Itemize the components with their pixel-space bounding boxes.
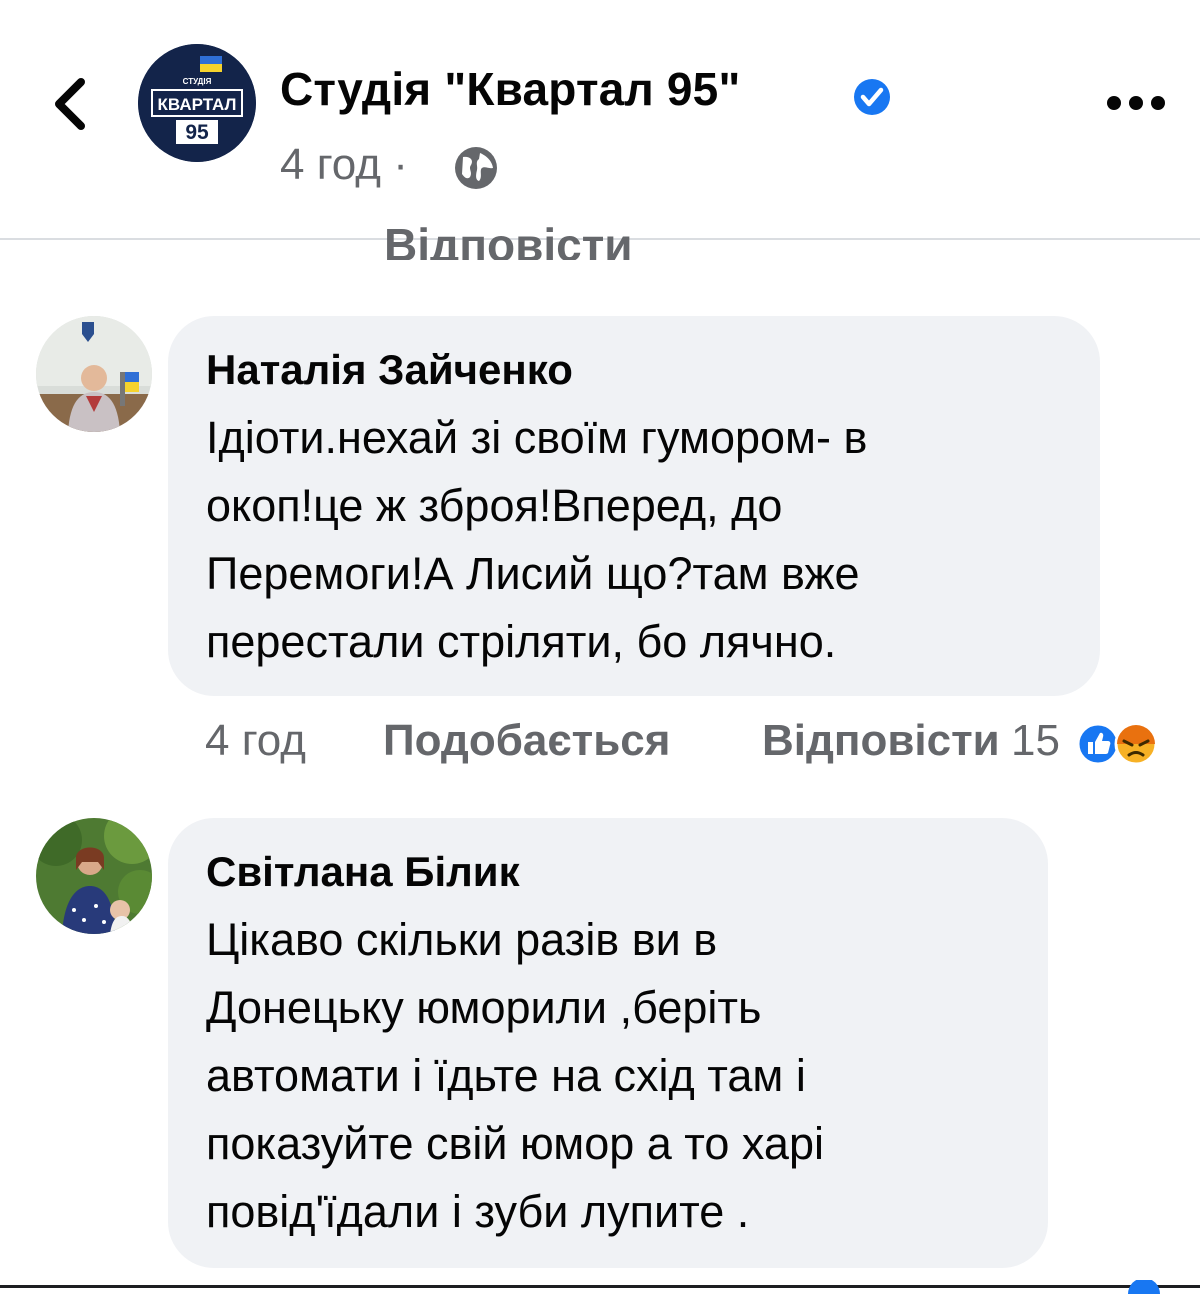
logo-main-text: КВАРТАЛ bbox=[158, 95, 237, 114]
reactions-icons[interactable] bbox=[1076, 722, 1172, 766]
avatar-photo bbox=[36, 316, 152, 432]
reply-button[interactable]: Відповісти bbox=[762, 716, 1000, 766]
post-time[interactable]: 4 год bbox=[280, 140, 381, 189]
comment-line: Цікаво скільки разів ви в bbox=[206, 914, 718, 965]
verified-badge-icon bbox=[854, 79, 890, 115]
commenter-avatar[interactable] bbox=[36, 818, 152, 934]
reaction-stub-icon bbox=[1128, 1280, 1160, 1294]
comment-text: Ідіоти.нехай зі своїм гумором- в окоп!це… bbox=[206, 404, 867, 676]
comment-line: окоп!це ж зброя!Вперед, до bbox=[206, 480, 783, 531]
reaction-count[interactable]: 15 bbox=[1011, 716, 1060, 766]
partial-reply-label: Відповісти bbox=[384, 219, 633, 260]
partial-reply-link[interactable]: Відповісти bbox=[384, 198, 633, 260]
angry-reaction-icon bbox=[1114, 722, 1158, 766]
page-avatar[interactable]: СТУДІЯ КВАРТАЛ 95 bbox=[138, 44, 256, 162]
page-name[interactable]: Студія "Квартал 95" bbox=[280, 62, 740, 116]
comment-line: повід'їдали і зуби лупите . bbox=[206, 1186, 750, 1237]
comment-line: перестали стріляти, бо лячно. bbox=[206, 616, 837, 667]
bottom-divider bbox=[0, 1285, 1200, 1288]
logo-number: 95 bbox=[185, 121, 209, 144]
comment-line: Ідіоти.нехай зі своїм гумором- в bbox=[206, 412, 868, 463]
post-meta: 4 год · bbox=[280, 140, 408, 190]
comment-bubble[interactable]: Наталія Зайченко Ідіоти.нехай зі своїм г… bbox=[168, 316, 1100, 696]
comment-line: Донецьку юморили ,беріть bbox=[206, 982, 762, 1033]
avatar-photo bbox=[36, 818, 152, 934]
commenter-avatar[interactable] bbox=[36, 316, 152, 432]
like-reaction-icon bbox=[1076, 722, 1120, 766]
chevron-left-icon[interactable] bbox=[48, 76, 92, 132]
kvartal-logo: СТУДІЯ КВАРТАЛ 95 bbox=[138, 44, 256, 162]
like-button[interactable]: Подобається bbox=[383, 716, 670, 766]
comment-time[interactable]: 4 год bbox=[205, 716, 306, 766]
logo-top-text: СТУДІЯ bbox=[183, 77, 212, 86]
comment-line: Перемоги!А Лисий що?там вже bbox=[206, 548, 860, 599]
comment-text: Цікаво скільки разів ви в Донецьку юмори… bbox=[206, 906, 824, 1246]
comment-line: автомати і їдьте на схід там і bbox=[206, 1050, 806, 1101]
comment-author[interactable]: Наталія Зайченко bbox=[206, 346, 573, 394]
comment-author[interactable]: Світлана Білик bbox=[206, 848, 520, 896]
comment-bubble[interactable]: Світлана Білик Цікаво скільки разів ви в… bbox=[168, 818, 1048, 1268]
meta-separator: · bbox=[393, 140, 408, 189]
globe-icon bbox=[455, 147, 497, 189]
comment-line: показуйте свій юмор а то харі bbox=[206, 1118, 824, 1169]
more-icon[interactable] bbox=[1106, 94, 1166, 112]
